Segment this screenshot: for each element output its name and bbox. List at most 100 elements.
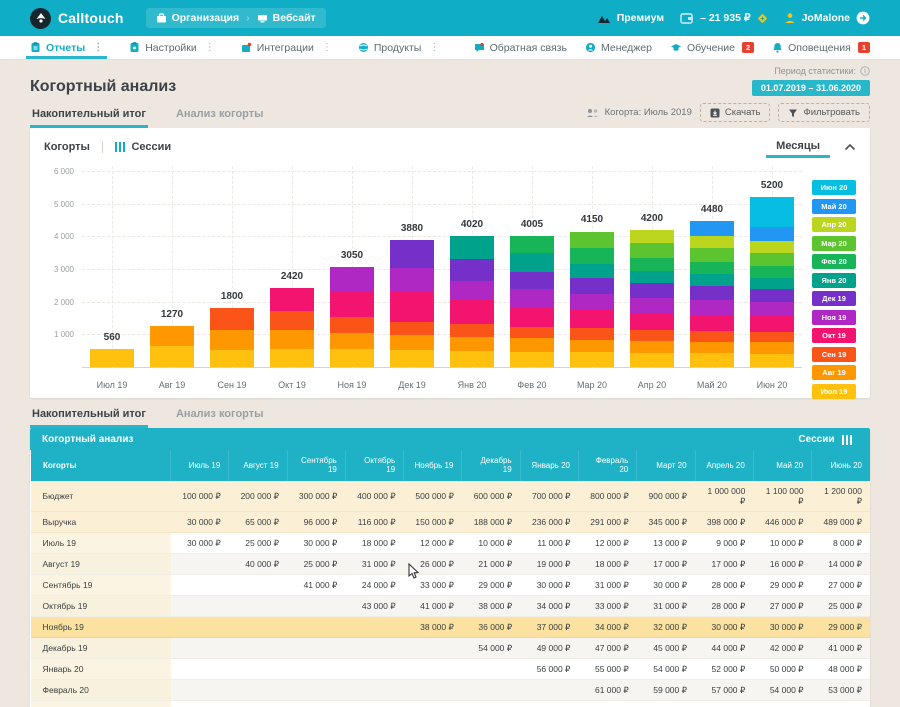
bar-segment[interactable] <box>510 307 554 327</box>
bar-segment[interactable] <box>570 310 614 328</box>
bar-segment[interactable] <box>690 300 734 315</box>
bar-segment[interactable] <box>630 330 674 341</box>
bar-segment[interactable] <box>270 349 314 367</box>
bar-segment[interactable] <box>630 271 674 283</box>
bar-segment[interactable] <box>750 227 794 241</box>
organization-button[interactable]: Организация <box>156 12 240 24</box>
legend-item[interactable]: Сен 19 <box>812 347 856 362</box>
bar-segment[interactable] <box>630 230 674 243</box>
bar-segment[interactable] <box>150 326 194 346</box>
bar-segment[interactable] <box>390 350 434 367</box>
tab-months[interactable]: Месяцы <box>766 136 830 158</box>
bar-segment[interactable] <box>750 253 794 266</box>
bar-segment[interactable] <box>330 267 374 292</box>
logout-icon[interactable] <box>856 11 870 25</box>
bar-segment[interactable] <box>750 289 794 302</box>
legend-item[interactable]: Июн 20 <box>812 180 856 195</box>
table-row[interactable]: Февраль 2061 000 ₽59 000 ₽57 000 ₽54 000… <box>31 680 871 701</box>
bar-segment[interactable] <box>330 349 374 367</box>
bar-segment[interactable] <box>390 322 434 336</box>
bar-segment[interactable] <box>390 240 434 268</box>
bar-segment[interactable] <box>390 291 434 322</box>
table-row[interactable]: Октябрь 1943 000 ₽41 000 ₽38 000 ₽34 000… <box>31 596 871 617</box>
legend-item[interactable]: Апр 20 <box>812 217 856 232</box>
bar-segment[interactable] <box>570 264 614 278</box>
stacked-bar[interactable] <box>750 197 794 367</box>
table-sessions-label[interactable]: Сессии <box>798 434 834 445</box>
stacked-bar[interactable] <box>510 236 554 367</box>
legend-item[interactable]: Фев 20 <box>812 254 856 269</box>
kebab-icon[interactable]: ⋮ <box>93 42 103 53</box>
bar-segment[interactable] <box>510 327 554 339</box>
stacked-bar[interactable] <box>330 267 374 367</box>
bar-segment[interactable] <box>450 300 494 324</box>
bar-segment[interactable] <box>210 330 254 350</box>
bar-segment[interactable] <box>750 316 794 332</box>
bar-segment[interactable] <box>630 353 674 367</box>
bar-segment[interactable] <box>750 332 794 342</box>
tab-cohort-analysis[interactable]: Анализ когорты <box>174 102 266 128</box>
bar-segment[interactable] <box>510 289 554 307</box>
calltouch-logo[interactable]: Calltouch <box>30 8 124 29</box>
download-button[interactable]: Скачать <box>700 103 771 122</box>
bar-segment[interactable] <box>390 268 434 290</box>
bar-segment[interactable] <box>750 197 794 226</box>
legend-item[interactable]: Мар 20 <box>812 236 856 251</box>
bar-segment[interactable] <box>450 281 494 301</box>
kebab-icon[interactable]: ⋮ <box>429 42 439 53</box>
nav-item-education[interactable]: Обучение 2 <box>670 36 754 59</box>
bar-segment[interactable] <box>510 272 554 289</box>
nav-item-settings[interactable]: Настройки⋮ <box>129 36 215 59</box>
bar-segment[interactable] <box>630 341 674 353</box>
bar-segment[interactable] <box>630 258 674 271</box>
bar-segment[interactable] <box>630 243 674 258</box>
nav-item-integrations[interactable]: Интеграции⋮ <box>241 36 332 59</box>
stacked-bar[interactable] <box>150 326 194 367</box>
sessions-toggle[interactable]: Сессии <box>131 141 171 153</box>
bar-segment[interactable] <box>330 317 374 333</box>
bar-segment[interactable] <box>750 278 794 289</box>
nav-item-manager[interactable]: Менеджер <box>585 36 652 59</box>
bar-segment[interactable] <box>510 253 554 272</box>
legend-item[interactable]: Июл 19 <box>812 384 856 399</box>
kebab-icon[interactable]: ⋮ <box>322 42 332 53</box>
bar-segment[interactable] <box>450 259 494 281</box>
table-row[interactable]: Август 1940 000 ₽25 000 ₽31 000 ₽26 000 … <box>31 554 871 575</box>
stacked-bar[interactable] <box>630 230 674 367</box>
table-row[interactable]: Ноябрь 1938 000 ₽36 000 ₽37 000 ₽34 000 … <box>31 617 871 638</box>
bar-segment[interactable] <box>270 311 314 330</box>
bar-segment[interactable] <box>690 286 734 300</box>
bar-segment[interactable] <box>690 274 734 286</box>
bar-segment[interactable] <box>90 349 134 367</box>
legend-item[interactable]: Авг 19 <box>812 365 856 380</box>
bar-segment[interactable] <box>570 340 614 353</box>
user-account[interactable]: JoMalone <box>784 11 870 25</box>
bar-segment[interactable] <box>750 241 794 253</box>
tab-cumulative-total[interactable]: Накопительный итог <box>30 102 148 128</box>
nav-item-reports[interactable]: Отчеты⋮ <box>30 36 103 59</box>
legend-item[interactable]: Янв 20 <box>812 273 856 288</box>
cohort-selector[interactable]: Когорта: Июль 2019 <box>586 107 692 118</box>
bar-segment[interactable] <box>570 328 614 339</box>
bar-segment[interactable] <box>630 313 674 330</box>
table-row[interactable]: Сентябрь 1941 000 ₽24 000 ₽33 000 ₽29 00… <box>31 575 871 596</box>
bar-segment[interactable] <box>450 337 494 351</box>
bar-segment[interactable] <box>630 283 674 298</box>
table-row[interactable]: Январь 2056 000 ₽55 000 ₽54 000 ₽52 000 … <box>31 659 871 680</box>
stacked-bar[interactable] <box>690 221 734 367</box>
legend-item[interactable]: Дек 19 <box>812 291 856 306</box>
table-row[interactable]: Июль 1930 000 ₽25 000 ₽30 000 ₽18 000 ₽1… <box>31 533 871 554</box>
bar-segment[interactable] <box>510 236 554 252</box>
legend-item[interactable]: Окт 19 <box>812 328 856 343</box>
stacked-bar[interactable] <box>210 308 254 367</box>
period-date-range[interactable]: 01.07.2019 – 31.06.2020 <box>752 80 870 96</box>
bar-segment[interactable] <box>450 351 494 367</box>
bar-segment[interactable] <box>510 338 554 351</box>
bar-segment[interactable] <box>750 302 794 316</box>
bar-segment[interactable] <box>330 292 374 317</box>
bar-segment[interactable] <box>570 294 614 310</box>
bar-segment[interactable] <box>210 350 254 367</box>
stacked-bar[interactable] <box>570 232 614 368</box>
bar-segment[interactable] <box>690 331 734 341</box>
filter-button[interactable]: Фильтровать <box>778 103 870 122</box>
